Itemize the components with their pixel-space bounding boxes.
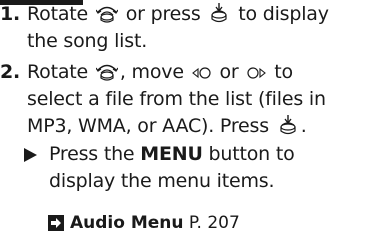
step-text: .	[300, 115, 307, 137]
rotate-knob-icon	[95, 6, 118, 23]
step-1-line-1: Rotate or press to display	[27, 1, 329, 28]
step-2-line-3: MP3, WMA, or AAC). Press .	[27, 113, 307, 140]
step-2-line-1: Rotate , move or to	[27, 59, 293, 86]
press-knob-icon	[280, 115, 296, 135]
step-text: Rotate	[27, 3, 89, 25]
menu-button-label: MENU	[140, 143, 203, 165]
step-text: to display	[238, 3, 329, 25]
step-2-line-2: select a file from the list (files in	[27, 88, 326, 110]
step-text: Rotate	[27, 61, 89, 83]
press-knob-icon	[211, 3, 228, 23]
triangle-bullet-icon	[24, 148, 37, 162]
move-left-icon	[191, 67, 211, 79]
cross-reference[interactable]: Audio Menu P. 207	[48, 211, 240, 235]
step-1-line-2: the song list.	[27, 30, 148, 52]
reference-title[interactable]: Audio Menu	[70, 213, 184, 233]
step-text: or press	[125, 3, 201, 25]
move-right-icon	[247, 67, 267, 79]
step-text: or	[219, 61, 239, 83]
cross-reference-arrow-icon	[48, 215, 64, 231]
sub-note-line-1: Press the MENU button to	[49, 141, 295, 168]
step-number: 2.	[0, 61, 21, 83]
step-text: to	[274, 61, 293, 83]
sub-text: Press the	[49, 143, 135, 165]
step-text: MP3, WMA, or AAC). Press	[27, 115, 269, 137]
sub-text: button to	[208, 143, 295, 165]
step-text: , move	[119, 61, 184, 83]
reference-page: P. 207	[188, 213, 240, 233]
sub-note-line-2: display the menu items.	[49, 170, 275, 192]
step-number: 1.	[0, 3, 21, 25]
rotate-knob-icon	[95, 64, 118, 81]
